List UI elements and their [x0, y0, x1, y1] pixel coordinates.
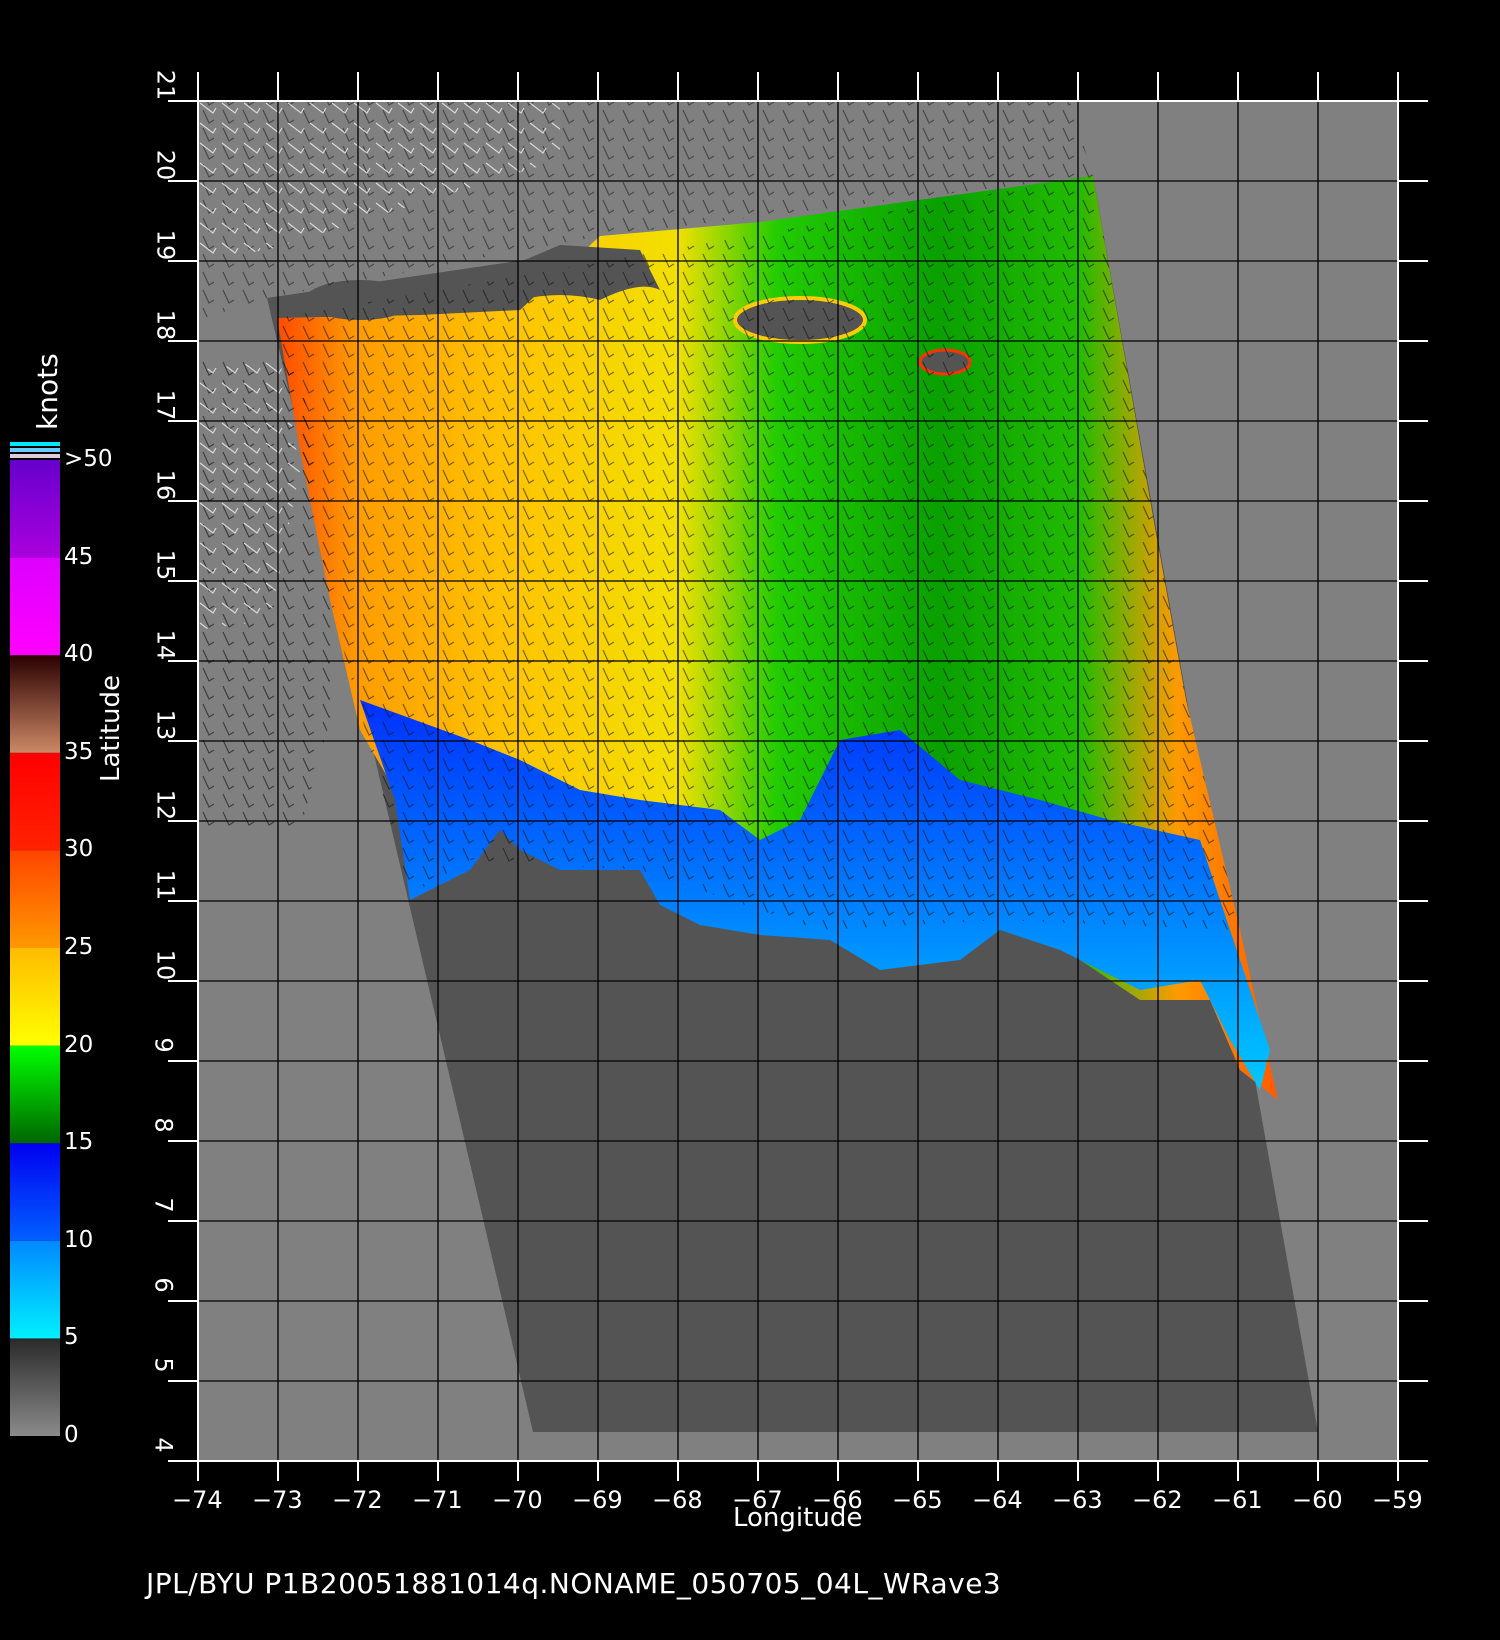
colorbar-label: 30 — [64, 836, 94, 863]
colorbar-segment — [10, 1240, 60, 1339]
colorbar-label: 45 — [64, 543, 94, 570]
lon-tick-label: −61 — [1212, 1486, 1263, 1514]
colorbar-label: 25 — [64, 934, 94, 960]
lat-tick-label: 12 — [151, 789, 180, 821]
lon-tick-label: −59 — [1372, 1486, 1423, 1514]
lat-tick-label: 6 — [149, 1277, 178, 1293]
lon-tick-label: −65 — [892, 1486, 943, 1514]
lat-tick-label: 21 — [151, 69, 180, 101]
lat-tick-label: 20 — [151, 149, 180, 181]
colorbar-segment — [10, 460, 60, 558]
colorbar-segment — [10, 850, 60, 948]
lat-tick-label: 4 — [149, 1437, 178, 1453]
lon-tick-label: −70 — [492, 1486, 543, 1514]
lon-tick-label: −64 — [972, 1486, 1023, 1514]
y-axis-title: Latitude — [96, 674, 126, 782]
lat-tick-label: 15 — [151, 549, 180, 581]
lat-tick-label: 9 — [149, 1037, 178, 1053]
colorbar-label: 15 — [64, 1129, 94, 1156]
colorbar-label: 5 — [64, 1324, 79, 1351]
lon-tick-label: −73 — [252, 1486, 303, 1514]
lon-tick-label: −69 — [572, 1486, 623, 1514]
lon-tick-label: −71 — [412, 1486, 463, 1514]
colorbar-segment — [10, 1045, 60, 1144]
lat-tick-label: 10 — [151, 949, 180, 981]
colorbar-segment — [10, 1338, 60, 1436]
lon-tick-label: −60 — [1292, 1486, 1343, 1514]
lon-tick-label: −68 — [652, 1486, 703, 1514]
colorbar-cap — [10, 442, 60, 446]
colorbar-label: 20 — [64, 1031, 94, 1058]
colorbar-segment — [10, 752, 60, 851]
colorbar-cap — [10, 448, 60, 452]
colorbar-label: >50 — [64, 446, 113, 472]
colorbar-segment — [10, 948, 60, 1046]
lat-tick-label: 11 — [151, 869, 180, 901]
colorbar-unit: knots — [31, 353, 64, 430]
colorbar — [10, 442, 60, 1436]
colorbar-label: 0 — [64, 1422, 79, 1448]
wind-speed-map — [10, 72, 1428, 1481]
lon-tick-label: −62 — [1132, 1486, 1183, 1514]
lat-tick-label: 17 — [151, 389, 180, 421]
lat-tick-label: 13 — [151, 709, 180, 741]
colorbar-label: 10 — [64, 1226, 94, 1253]
lat-tick-label: 8 — [149, 1117, 178, 1133]
colorbar-segment — [10, 1143, 60, 1241]
colorbar-label: 35 — [64, 738, 94, 765]
lon-tick-label: −72 — [332, 1486, 383, 1514]
colorbar-label: 40 — [64, 641, 94, 668]
lat-tick-label: 16 — [151, 469, 180, 501]
lat-tick-label: 5 — [149, 1357, 178, 1373]
footer-caption: JPL/BYU P1B20051881014q.NONAME_050705_04… — [146, 1567, 1002, 1600]
lat-tick-label: 7 — [149, 1197, 178, 1213]
lat-tick-label: 19 — [151, 229, 180, 261]
lon-tick-label: −63 — [1052, 1486, 1103, 1514]
colorbar-segment — [10, 557, 60, 656]
colorbar-segment — [10, 655, 60, 753]
colorbar-cap — [10, 454, 60, 458]
lat-tick-label: 14 — [151, 629, 180, 661]
lon-tick-label: −74 — [172, 1486, 223, 1514]
lat-tick-label: 18 — [151, 309, 180, 341]
x-axis-title: Longitude — [733, 1503, 863, 1533]
